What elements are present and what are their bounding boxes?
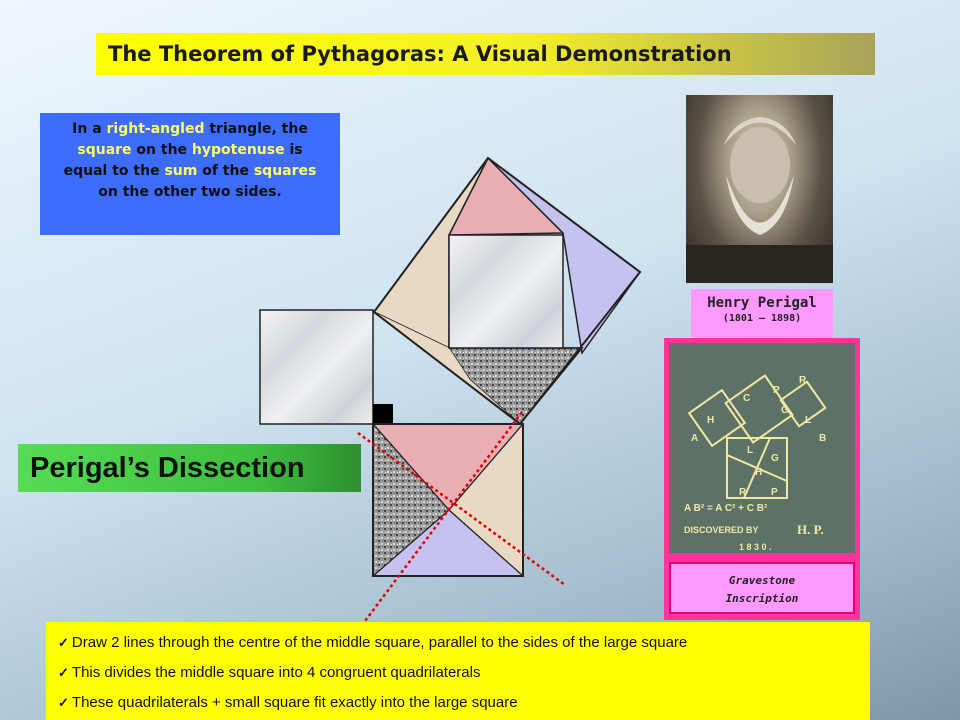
bullet-text: This divides the middle square into 4 co… — [71, 664, 481, 681]
section-label: Perigal’s Dissection — [18, 444, 361, 492]
small-square-marble — [448, 234, 564, 349]
hypotenuse-square — [372, 156, 642, 426]
bullet-text: These quadrilaterals + small square fit … — [71, 694, 518, 711]
check-icon: ✓ — [58, 695, 69, 710]
check-icon: ✓ — [58, 665, 69, 680]
middle-square — [371, 422, 525, 578]
bullet-text: Draw 2 lines through the centre of the m… — [71, 634, 688, 651]
dissection-diagram — [259, 156, 642, 626]
left-square — [259, 309, 374, 425]
explanation-list: ✓ Draw 2 lines through the centre of the … — [46, 622, 870, 720]
list-item: ✓ Draw 2 lines through the centre of the … — [58, 628, 870, 658]
right-angle-marker — [373, 404, 393, 424]
list-item: ✓ This divides the middle square into 4 c… — [58, 658, 870, 688]
check-icon: ✓ — [58, 635, 69, 650]
list-item: ✓ These quadrilaterals + small square fit… — [58, 688, 870, 718]
